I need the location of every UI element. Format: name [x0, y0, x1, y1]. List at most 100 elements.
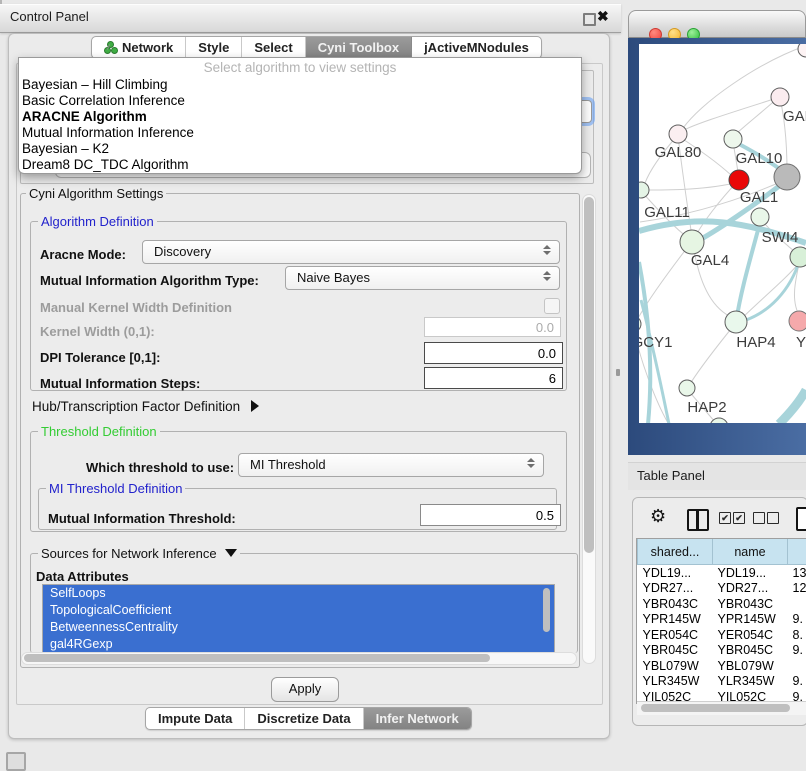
kernel-width-field[interactable]: 0.0	[424, 317, 561, 337]
algorithm-dropdown: Select algorithm to view settings Bayesi…	[18, 57, 582, 174]
settings-group-title: Cyni Algorithm Settings	[26, 187, 166, 200]
tab-infer-network[interactable]: Infer Network	[364, 708, 471, 729]
node-gal[interactable]	[771, 88, 789, 106]
dpi-tolerance-field[interactable]: 0.0	[424, 342, 563, 364]
node-gal80[interactable]	[669, 125, 687, 143]
list-item[interactable]: SelfLoops	[43, 585, 554, 602]
tab-network[interactable]: Network	[92, 37, 186, 58]
tab-discretize-data[interactable]: Discretize Data	[245, 708, 363, 729]
tab-jactivemnodules[interactable]: jActiveMNodules	[412, 37, 541, 58]
collapse-down-icon	[225, 549, 237, 557]
close-icon[interactable]: ✖	[597, 8, 609, 25]
settings-vscroll-thumb[interactable]	[584, 197, 594, 553]
tab-impute-data[interactable]: Impute Data	[146, 708, 245, 729]
which-threshold-label: Which threshold to use:	[86, 460, 234, 475]
sources-group-title[interactable]: Sources for Network Inference	[38, 547, 240, 560]
mi-threshold-label: Mutual Information Threshold:	[48, 511, 236, 526]
dropdown-item[interactable]: Basic Correlation Inference	[19, 93, 581, 109]
node[interactable]	[790, 247, 806, 267]
column-header[interactable]: shared...	[638, 539, 713, 565]
node-gal11[interactable]	[639, 182, 649, 198]
table-row[interactable]: YDR27...YDR27...12	[638, 581, 806, 597]
mi-steps-label: Mutual Information Steps:	[40, 376, 200, 391]
manual-kernel-checkbox[interactable]	[544, 298, 560, 314]
table-hscroll-thumb[interactable]	[641, 704, 790, 712]
table-row[interactable]: YBL079WYBL079W	[638, 658, 806, 674]
panel-splitter-handle[interactable]	[616, 369, 620, 376]
dropdown-item[interactable]: Mutual Information Inference	[19, 125, 581, 141]
node-gal1-selected[interactable]	[729, 170, 749, 190]
node-gal4[interactable]	[680, 230, 704, 254]
table-row[interactable]: YBR045CYBR045C9.	[638, 643, 806, 659]
node-label: SWI4	[762, 229, 799, 246]
node-label: GAL4	[691, 252, 729, 269]
table-row[interactable]: YER054CYER054C8.	[638, 627, 806, 643]
aracne-mode-combo[interactable]: Discovery	[142, 240, 560, 264]
table-panel-title: Table Panel	[637, 468, 705, 483]
node-y[interactable]	[789, 311, 806, 331]
tab-style[interactable]: Style	[186, 37, 242, 58]
node-label: GAL80	[655, 144, 702, 161]
list-item[interactable]: TopologicalCoefficient	[43, 602, 554, 619]
node-label: GCY1	[639, 334, 672, 351]
gear-icon[interactable]: ⚙	[650, 506, 666, 527]
dropdown-item[interactable]: Bayesian – Hill Climbing	[19, 77, 581, 93]
mi-threshold-field[interactable]: 0.5	[420, 504, 561, 526]
node-hap4[interactable]	[725, 311, 747, 333]
kernel-width-label: Kernel Width (0,1):	[40, 324, 155, 339]
node-gray[interactable]	[774, 164, 800, 190]
column-header[interactable]: A	[788, 539, 806, 565]
mi-threshold-group-title: MI Threshold Definition	[46, 482, 185, 495]
table-row[interactable]: YBR043CYBR043C	[638, 596, 806, 612]
dropdown-item[interactable]: Dream8 DC_TDC Algorithm	[19, 157, 581, 173]
combo-arrows-icon	[527, 458, 535, 468]
data-attributes-label: Data Attributes	[36, 569, 129, 584]
which-threshold-combo[interactable]: MI Threshold	[238, 453, 544, 477]
select-all-checkbox-icon[interactable]: ✔	[733, 512, 745, 524]
node-gcy1[interactable]	[639, 316, 641, 332]
mi-steps-field[interactable]: 6	[424, 367, 563, 389]
hub-definition-toggle[interactable]: Hub/Transcription Factor Definition	[32, 399, 259, 414]
algorithm-definition-title: Algorithm Definition	[38, 215, 157, 228]
table-row[interactable]: YPR145WYPR145W9.	[638, 612, 806, 628]
apply-button[interactable]: Apply	[271, 677, 339, 702]
table-row[interactable]: YDL19...YDL19...13	[638, 565, 806, 581]
network-window-titlebar[interactable]	[628, 10, 806, 38]
list-item[interactable]: BetweennessCentrality	[43, 619, 554, 636]
select-all-checkbox-icon[interactable]: ✔	[719, 512, 731, 524]
mi-type-label: Mutual Information Algorithm Type:	[40, 273, 259, 288]
deselect-all-checkbox-icon[interactable]	[753, 512, 765, 524]
tab-select[interactable]: Select	[242, 37, 305, 58]
tab-cyni-toolbox[interactable]: Cyni Toolbox	[306, 37, 412, 58]
settings-hscroll-thumb[interactable]	[24, 654, 490, 662]
new-table-icon[interactable]	[796, 507, 806, 531]
float-window-icon[interactable]	[583, 13, 596, 26]
list-item[interactable]: gal4RGexp	[43, 636, 554, 653]
node-label: GAL10	[736, 150, 783, 167]
node-label: Y	[796, 334, 806, 351]
mi-type-combo[interactable]: Naive Bayes	[285, 266, 560, 290]
list-scrollbar[interactable]	[543, 588, 550, 632]
node-table: shared... name A YDL19...YDL19...13 YDR2…	[636, 538, 806, 704]
aracne-mode-label: Aracne Mode:	[40, 247, 126, 262]
node-label: HAP4	[736, 334, 775, 351]
combo-arrows-icon	[543, 245, 551, 255]
node-label: HAP2	[687, 399, 726, 416]
node-labels: GAL GAL80 GAL10 GAL1 GAL11 SWI4 GAL4 GCY…	[639, 108, 806, 416]
dropdown-item[interactable]: Bayesian – K2	[19, 141, 581, 157]
column-header[interactable]: name	[713, 539, 788, 565]
network-canvas[interactable]: GAL GAL80 GAL10 GAL1 GAL11 SWI4 GAL4 GCY…	[639, 44, 806, 423]
deselect-all-checkbox-icon[interactable]	[767, 512, 779, 524]
node-gal10[interactable]	[724, 130, 742, 148]
expand-right-icon	[251, 400, 259, 412]
control-panel-tabbar: Network Style Select Cyni Toolbox jActiv…	[91, 36, 542, 59]
node-swi4[interactable]	[751, 208, 769, 226]
dropdown-item-selected[interactable]: ARACNE Algorithm	[19, 109, 581, 125]
threshold-definition-title: Threshold Definition	[38, 425, 160, 438]
table-row[interactable]: YLR345WYLR345W9.	[638, 674, 806, 690]
node-label: GAL11	[644, 204, 690, 221]
column-browser-icon[interactable]	[687, 509, 709, 531]
node-hap2[interactable]	[679, 380, 695, 396]
control-panel-titlebar	[0, 4, 621, 33]
node[interactable]	[798, 44, 806, 57]
